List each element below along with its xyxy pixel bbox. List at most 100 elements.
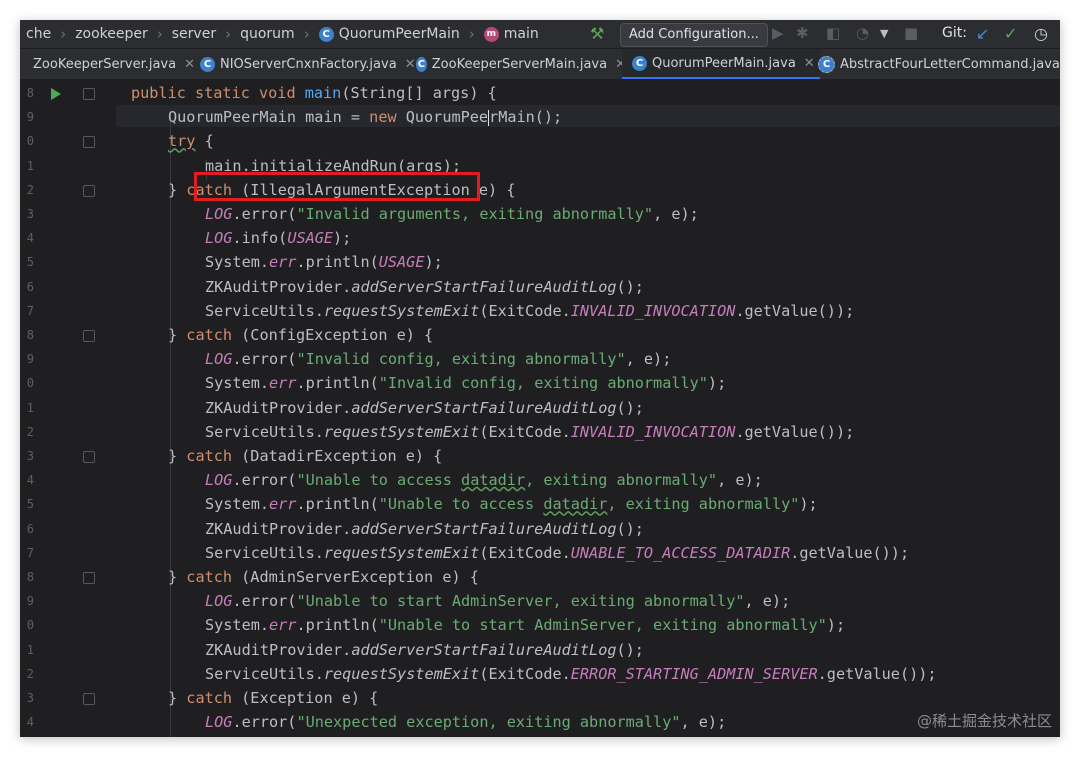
highlight-annotation-box — [194, 172, 480, 201]
code-token: try — [168, 132, 196, 151]
code-token: ServiceUtils. — [205, 664, 324, 683]
code-token: catch — [186, 447, 233, 465]
tab-abstractfourlettercommand[interactable]: C AbstractFourLetterCommand.java — [818, 49, 1060, 79]
code-token: (); — [616, 519, 644, 538]
fold-icon[interactable] — [83, 693, 95, 705]
line-number: 8 — [26, 328, 34, 342]
line-number: 9 — [26, 594, 34, 609]
breadcrumb-item[interactable]: zookeeper — [69, 26, 154, 42]
tab-nioservercnxnfactory[interactable]: C NIOServerCnxnFactory.java ✕ — [200, 49, 416, 79]
line-number: 3 — [26, 207, 34, 221]
chevron-right-icon: › — [156, 25, 163, 43]
code-token: , e); — [717, 471, 763, 490]
line-number: 4 — [26, 715, 34, 730]
debug-icon[interactable]: ✱ — [796, 24, 809, 42]
code-token: USAGE — [287, 229, 334, 248]
add-configuration-button[interactable]: Add Configuration... — [620, 23, 768, 47]
line-number: 2 — [26, 182, 34, 197]
code-token: LOG — [205, 205, 233, 223]
code-token: ZKAuditProvider. — [205, 519, 352, 538]
chevron-right-icon: › — [303, 25, 310, 43]
build-hammer-icon[interactable]: ⚒ — [590, 24, 608, 43]
breadcrumb-class[interactable]: C QuorumPeerMain — [313, 26, 466, 42]
chevron-right-icon: › — [60, 25, 67, 43]
code-token: QuorumPee — [405, 108, 489, 127]
code-token: public static void — [131, 84, 305, 102]
chevron-right-icon: › — [468, 25, 475, 43]
breadcrumb-item[interactable]: quorum — [234, 26, 301, 42]
code-token: "Unexpected exception, exiting abnormall… — [296, 713, 681, 732]
close-icon[interactable]: ✕ — [405, 57, 416, 72]
line-gutter: 8 9 0 1 2 3 4 5 6 7 8 9 0 1 2 3 4 5 6 7 8 9 0 1 2 3 4 — [20, 80, 116, 737]
fold-icon[interactable] — [83, 451, 95, 463]
code-line: System.err.println("Unable to access dat… — [205, 494, 818, 514]
profile-icon[interactable]: ◔ — [856, 24, 869, 42]
code-token: catch — [186, 326, 233, 344]
code-editor[interactable]: 8 9 0 1 2 3 4 5 6 7 8 9 0 1 2 3 4 5 6 7 8 9 0 1 2 3 4 public stati… — [20, 80, 1060, 737]
line-number: 4 — [26, 473, 34, 488]
code-line: ServiceUtils.requestSystemExit(ExitCode.… — [205, 422, 854, 442]
code-token: , e); — [625, 350, 672, 369]
fold-icon[interactable] — [83, 572, 95, 584]
code-token: .error( — [232, 592, 297, 611]
fold-icon[interactable] — [83, 330, 95, 342]
line-number: 6 — [26, 279, 34, 294]
code-token: addServerStartFailureAuditLog — [351, 398, 617, 417]
run-icon[interactable]: ▶ — [772, 24, 784, 42]
code-token: .error( — [232, 205, 297, 223]
git-commit-icon[interactable]: ✓ — [1004, 24, 1017, 43]
code-token: (ExitCode. — [479, 543, 571, 562]
code-token: LOG — [205, 592, 233, 611]
tab-zookeeperservermain[interactable]: C ZooKeeperServerMain.java ✕ — [416, 49, 626, 79]
code-token: (DatadirException e) { — [232, 447, 443, 465]
code-line: LOG.info(USAGE); — [205, 228, 351, 248]
tab-label: ZooKeeperServerMain.java — [431, 56, 608, 72]
code-token: .error( — [232, 471, 297, 490]
code-token: INVALID_INVOCATION — [570, 422, 736, 441]
line-number: 6 — [26, 521, 34, 536]
line-number: 8 — [26, 86, 34, 100]
code-token: datadir — [461, 471, 526, 490]
code-token: rMain(); — [489, 108, 563, 127]
code-token: ); — [333, 229, 352, 248]
code-line: ZKAuditProvider.addServerStartFailureAud… — [205, 398, 644, 418]
chevron-down-icon[interactable]: ▼ — [880, 27, 888, 40]
git-update-icon[interactable]: ↙ — [976, 24, 989, 43]
stop-icon[interactable]: ■ — [904, 24, 918, 42]
tab-quorumpeermain[interactable]: C QuorumPeerMain.java ✕ — [622, 49, 820, 79]
class-icon: C — [318, 26, 334, 42]
code-token: .error( — [232, 350, 297, 369]
code-token: (String[] args) { — [341, 84, 497, 102]
code-token: (); — [616, 640, 644, 659]
code-token: .getValue()); — [817, 664, 937, 683]
coverage-icon[interactable]: ◧ — [826, 24, 840, 42]
close-icon[interactable]: ✕ — [804, 56, 815, 71]
close-icon[interactable]: ✕ — [184, 57, 195, 72]
code-token: ZKAuditProvider. — [205, 277, 352, 296]
breadcrumb-item[interactable]: server — [166, 26, 222, 42]
code-token: USAGE — [378, 253, 425, 272]
code-line: ServiceUtils.requestSystemExit(ExitCode.… — [205, 664, 937, 684]
code-line: System.err.println(USAGE); — [205, 252, 443, 272]
code-token: "Invalid arguments, exiting abnormally" — [296, 205, 654, 223]
fold-icon[interactable] — [83, 88, 95, 100]
code-token: , exiting abnormally" — [525, 471, 718, 490]
line-number: 8 — [26, 570, 34, 584]
line-number: 7 — [26, 303, 34, 318]
fold-icon[interactable] — [83, 136, 95, 149]
code-token: requestSystemExit — [323, 543, 480, 562]
code-token: (); — [616, 398, 644, 417]
code-token: System. — [205, 616, 270, 635]
run-gutter-icon[interactable] — [51, 88, 61, 100]
code-token: } — [168, 568, 187, 586]
fold-icon[interactable] — [83, 184, 95, 197]
code-token: requestSystemExit — [323, 301, 480, 320]
breadcrumb-item[interactable]: che — [20, 26, 57, 42]
code-token: "Unable to access — [296, 471, 462, 490]
line-number: 9 — [26, 352, 34, 367]
code-token: } — [168, 689, 187, 707]
tab-zookeeperserver[interactable]: ZooKeeperServer.java ✕ — [20, 49, 198, 79]
history-icon[interactable]: ◷ — [1034, 24, 1048, 43]
code-token: requestSystemExit — [323, 664, 480, 683]
breadcrumb-method[interactable]: m main — [478, 26, 545, 42]
